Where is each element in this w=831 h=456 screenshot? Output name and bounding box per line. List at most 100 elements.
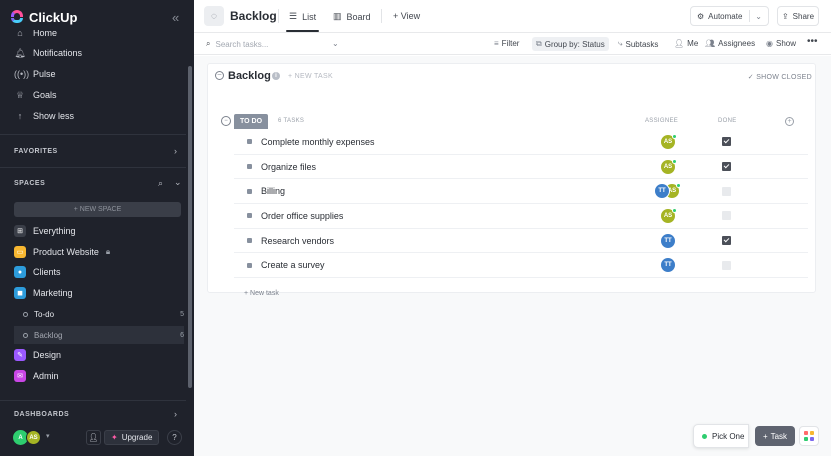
new-space-button[interactable]: + NEW SPACE — [14, 202, 181, 217]
space-design[interactable]: ✎ Design — [14, 346, 61, 364]
task-name[interactable]: Organize files — [261, 162, 316, 172]
task-name[interactable]: Create a survey — [261, 260, 325, 270]
done-checkbox[interactable] — [722, 236, 731, 246]
chevron-down-icon[interactable]: ⌄ — [174, 177, 182, 188]
chat-icon: ◼ — [14, 287, 26, 299]
sidebar: ClickUp « ⌂ Home 🔔︎ Notifications ((•)) … — [0, 0, 194, 456]
collapse-icon[interactable]: – — [215, 71, 224, 80]
space-label: Everything — [33, 226, 76, 236]
task-row[interactable]: Research vendors TT — [234, 229, 808, 254]
task-row[interactable]: Organize files AS — [234, 155, 808, 180]
status-square-icon[interactable] — [247, 139, 252, 145]
assignee-avatar[interactable]: TT — [660, 257, 676, 274]
info-icon[interactable]: i — [272, 72, 280, 80]
task-row[interactable]: Billing TT AS — [234, 179, 808, 205]
subtasks-button[interactable]: ⤷ Subtasks — [618, 39, 658, 49]
column-header-assignee[interactable]: ASSIGNEE — [645, 118, 678, 124]
nav-pulse[interactable]: ((•)) Pulse — [14, 65, 56, 83]
assignees-button[interactable]: 👥︎ Assignees — [705, 39, 755, 48]
show-button[interactable]: ◉ Show — [766, 39, 796, 48]
done-checkbox[interactable] — [722, 260, 731, 270]
help-icon[interactable]: ? — [167, 430, 182, 445]
dashboards-heading[interactable]: DASHBOARDS — [14, 411, 69, 418]
automate-label: Automate — [708, 11, 743, 21]
chevron-down-icon[interactable]: ▾ — [46, 432, 50, 440]
status-square-icon[interactable] — [247, 188, 252, 194]
upgrade-button[interactable]: ✦ Upgrade — [104, 430, 160, 445]
more-options-icon[interactable]: ••• — [807, 36, 818, 47]
share-button[interactable]: ⇪ Share — [777, 6, 819, 26]
apps-grid-icon[interactable] — [799, 426, 819, 446]
search-icon[interactable]: ⌕ — [158, 178, 163, 189]
done-checkbox[interactable] — [722, 162, 731, 172]
task-assignees[interactable]: TT — [648, 232, 688, 250]
done-checkbox[interactable] — [722, 186, 731, 196]
clickup-logo[interactable]: ClickUp — [10, 8, 77, 26]
task-name[interactable]: Research vendors — [261, 236, 334, 246]
new-task-fab[interactable]: + Task — [755, 426, 795, 446]
search-input[interactable]: ⌕ Search tasks... — [206, 39, 268, 49]
task-assignees[interactable]: AS — [648, 133, 688, 151]
chevron-right-icon[interactable]: › — [174, 409, 177, 419]
task-row[interactable]: Complete monthly expenses AS — [234, 130, 808, 155]
space-marketing[interactable]: ◼ Marketing — [14, 284, 73, 302]
automate-button[interactable]: ⚙ Automate ⌄ — [690, 6, 769, 26]
list-item-backlog[interactable]: Backlog 6 — [14, 326, 184, 344]
task-assignees[interactable]: TT AS — [648, 182, 688, 200]
task-name[interactable]: Order office supplies — [261, 211, 343, 221]
assignee-avatar[interactable]: AS — [660, 133, 677, 150]
me-button[interactable]: 👤︎ Me — [674, 39, 698, 48]
assignee-avatar[interactable]: AS — [660, 207, 677, 224]
new-task-button[interactable]: + New task — [244, 290, 279, 297]
space-everything[interactable]: ⊞ Everything — [14, 222, 76, 240]
pick-one-button[interactable]: Pick One — [693, 424, 749, 448]
group-collapse-icon[interactable]: − — [221, 116, 231, 126]
show-closed-button[interactable]: ✓ SHOW CLOSED — [748, 73, 812, 81]
task-row[interactable]: Create a survey TT — [234, 253, 808, 279]
chevron-right-icon[interactable]: › — [174, 146, 177, 156]
check-icon: ✓ — [747, 74, 757, 81]
column-header-done[interactable]: DONE — [718, 118, 737, 124]
task-assignees[interactable]: AS — [648, 207, 688, 225]
space-admin[interactable]: ✉ Admin — [14, 367, 59, 385]
status-badge[interactable]: TO DO — [234, 114, 269, 129]
tab-list[interactable]: ☰ List — [285, 11, 320, 32]
done-checkbox[interactable] — [722, 211, 731, 221]
assignee-avatar[interactable]: AS — [660, 158, 677, 175]
list-item-to-do[interactable]: To-do 5 — [14, 305, 184, 323]
space-product-website[interactable]: ▭ Product Website 🔒︎ — [14, 243, 110, 261]
collapse-sidebar-icon[interactable]: « — [172, 10, 179, 25]
assignee-avatar[interactable]: TT — [660, 232, 676, 249]
task-name[interactable]: Billing — [261, 186, 285, 196]
tab-board[interactable]: ▥ Board — [333, 11, 371, 22]
chevron-down-icon[interactable]: ⌄ — [332, 39, 339, 48]
space-clients[interactable]: ● Clients — [14, 263, 61, 281]
nav-home[interactable]: ⌂ Home — [14, 30, 57, 42]
task-assignees[interactable]: TT — [648, 256, 688, 274]
status-square-icon[interactable] — [247, 213, 252, 219]
status-square-icon[interactable] — [247, 238, 252, 244]
status-square-icon[interactable] — [247, 164, 252, 170]
done-checkbox[interactable] — [722, 137, 731, 147]
sidebar-scrollbar[interactable] — [188, 66, 192, 388]
nav-notifications[interactable]: 🔔︎ Notifications — [14, 44, 82, 62]
pick-one-label: Pick One — [712, 431, 745, 441]
invite-user-icon[interactable]: 👤︎ — [86, 430, 101, 445]
avatar-initials: AS — [663, 163, 673, 170]
status-square-icon[interactable] — [247, 262, 252, 268]
nav-goals[interactable]: ♕ Goals — [14, 86, 57, 104]
task-assignees[interactable]: AS — [648, 158, 688, 176]
add-view-button[interactable]: + View — [393, 11, 420, 21]
group-by-button[interactable]: ⧉ Group by: Status — [532, 37, 609, 51]
favorites-heading[interactable]: FAVORITES — [14, 148, 58, 155]
avatar-initials: AS — [663, 138, 673, 145]
task-name[interactable]: Complete monthly expenses — [261, 137, 375, 147]
new-task-header-button[interactable]: + NEW TASK — [288, 73, 333, 80]
add-column-icon[interactable]: + — [785, 117, 794, 126]
task-row[interactable]: Order office supplies AS — [234, 204, 808, 229]
avatar[interactable]: AS — [26, 430, 41, 445]
filter-button[interactable]: ≡ Filter — [494, 39, 519, 48]
chevron-down-icon[interactable]: ⌄ — [755, 12, 762, 21]
nav-show-less[interactable]: ↑ Show less — [14, 107, 74, 125]
list-settings-icon[interactable]: ◌ — [204, 6, 224, 26]
